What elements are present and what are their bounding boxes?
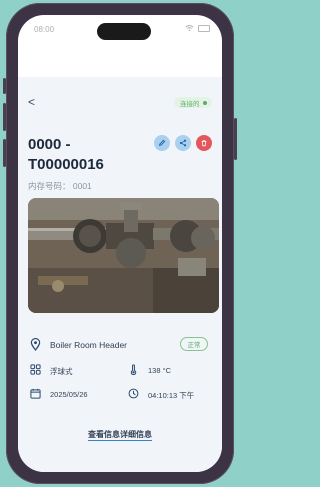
connection-label: 连接的	[180, 100, 200, 108]
time-value: 04:10:13 下午	[148, 391, 195, 400]
inventory-number: 内存号码： 0001	[28, 181, 92, 191]
trash-icon	[201, 140, 207, 147]
type-value: 浮球式	[50, 367, 73, 376]
back-button[interactable]: <	[28, 95, 35, 109]
device-photo	[28, 198, 219, 313]
date-value: 2025/05/26	[50, 390, 88, 399]
wifi-icon	[185, 25, 194, 32]
phone-side-button	[3, 139, 6, 167]
calendar-icon	[30, 388, 41, 399]
device-name-row: Boiler Room Header 正常	[30, 337, 220, 353]
info-temperature: 138 °C	[128, 364, 213, 378]
phone-side-button	[3, 78, 6, 94]
dynamic-island	[97, 23, 151, 40]
clock-icon	[128, 388, 139, 399]
status-bar: 08:00	[18, 15, 222, 49]
edit-icon	[158, 139, 166, 147]
thermometer-icon	[130, 364, 137, 375]
edit-button[interactable]	[154, 135, 170, 151]
connection-badge: 连接的	[174, 97, 212, 108]
location-pin-icon	[30, 338, 41, 351]
connection-dot-icon	[202, 100, 207, 105]
share-icon	[179, 139, 187, 147]
device-title: 0000 - T00000016	[28, 136, 104, 173]
phone-side-button	[3, 103, 6, 131]
status-icons	[185, 24, 210, 32]
grid-icon	[30, 364, 41, 375]
battery-icon	[198, 25, 210, 32]
view-details-label[interactable]: 查看信息详细信息	[88, 430, 152, 441]
share-button[interactable]	[175, 135, 191, 151]
status-badge: 正常	[180, 337, 208, 351]
status-time: 08:00	[34, 25, 55, 34]
delete-button[interactable]	[196, 135, 212, 151]
info-type: 浮球式	[30, 364, 115, 378]
phone-screen: 08:00 < 连接的 0000 - T00000016 内存号码： 0001	[18, 15, 222, 472]
action-buttons	[154, 135, 212, 151]
device-name: Boiler Room Header	[50, 340, 128, 350]
info-date: 2025/05/26	[30, 388, 115, 402]
info-time: 04:10:13 下午	[128, 388, 218, 402]
temperature-value: 138 °C	[148, 366, 172, 375]
phone-side-button	[234, 118, 237, 160]
device-detail-page: < 连接的 0000 - T00000016 内存号码： 0001 Boiler…	[18, 77, 222, 472]
view-details-link[interactable]: 查看信息详细信息	[18, 429, 222, 441]
